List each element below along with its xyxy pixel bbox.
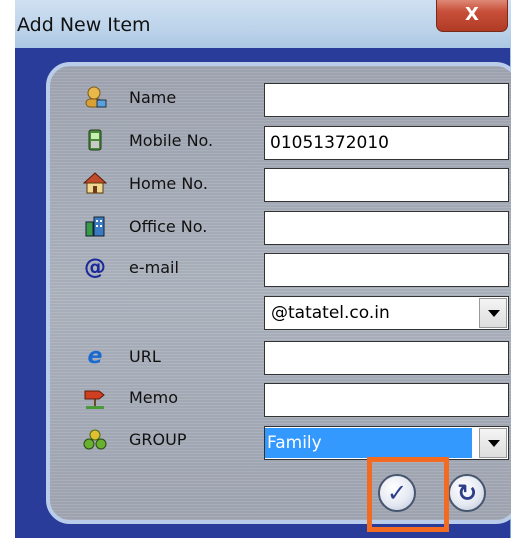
mobile-label: Mobile No. [129,131,214,150]
dialog-title: Add New Item [17,14,151,36]
memo-label: Memo [129,388,179,407]
group-label: GROUP [129,430,187,449]
name-input[interactable] [264,83,509,117]
refresh-icon: ↻ [456,479,478,507]
house-icon [82,171,108,195]
at-sign-icon: @ [84,255,106,280]
url-label: URL [129,347,161,366]
email-label: e-mail [129,258,179,277]
group-selected-value: Family [265,428,472,458]
browser-e-icon: e [87,344,103,369]
office-input[interactable] [264,211,509,245]
name-label: Name [129,88,177,107]
email-domain-value: @tatatel.co.in [271,303,390,323]
reset-button[interactable]: ↻ [448,474,486,512]
email-domain-dropdown-arrow[interactable] [479,298,507,328]
mobile-phone-icon [83,128,107,152]
url-input[interactable] [264,341,509,375]
email-domain-select[interactable]: @tatatel.co.in [264,296,509,330]
signpost-icon [83,386,107,410]
person-icon [83,85,107,109]
confirm-highlight-box [367,457,449,532]
email-input[interactable] [264,253,509,287]
memo-input[interactable] [264,383,509,417]
home-label: Home No. [129,174,208,193]
group-select[interactable]: Family [264,426,509,460]
home-input[interactable] [264,168,509,202]
close-button[interactable]: X [436,0,508,32]
group-dropdown-arrow[interactable] [479,428,507,458]
group-people-icon [83,428,107,452]
mobile-input[interactable]: 01051372010 [264,126,509,160]
office-building-icon [83,214,107,238]
dialog-window: Add New Item X Name Mobile No. 010513720… [15,0,511,538]
office-label: Office No. [129,217,208,236]
